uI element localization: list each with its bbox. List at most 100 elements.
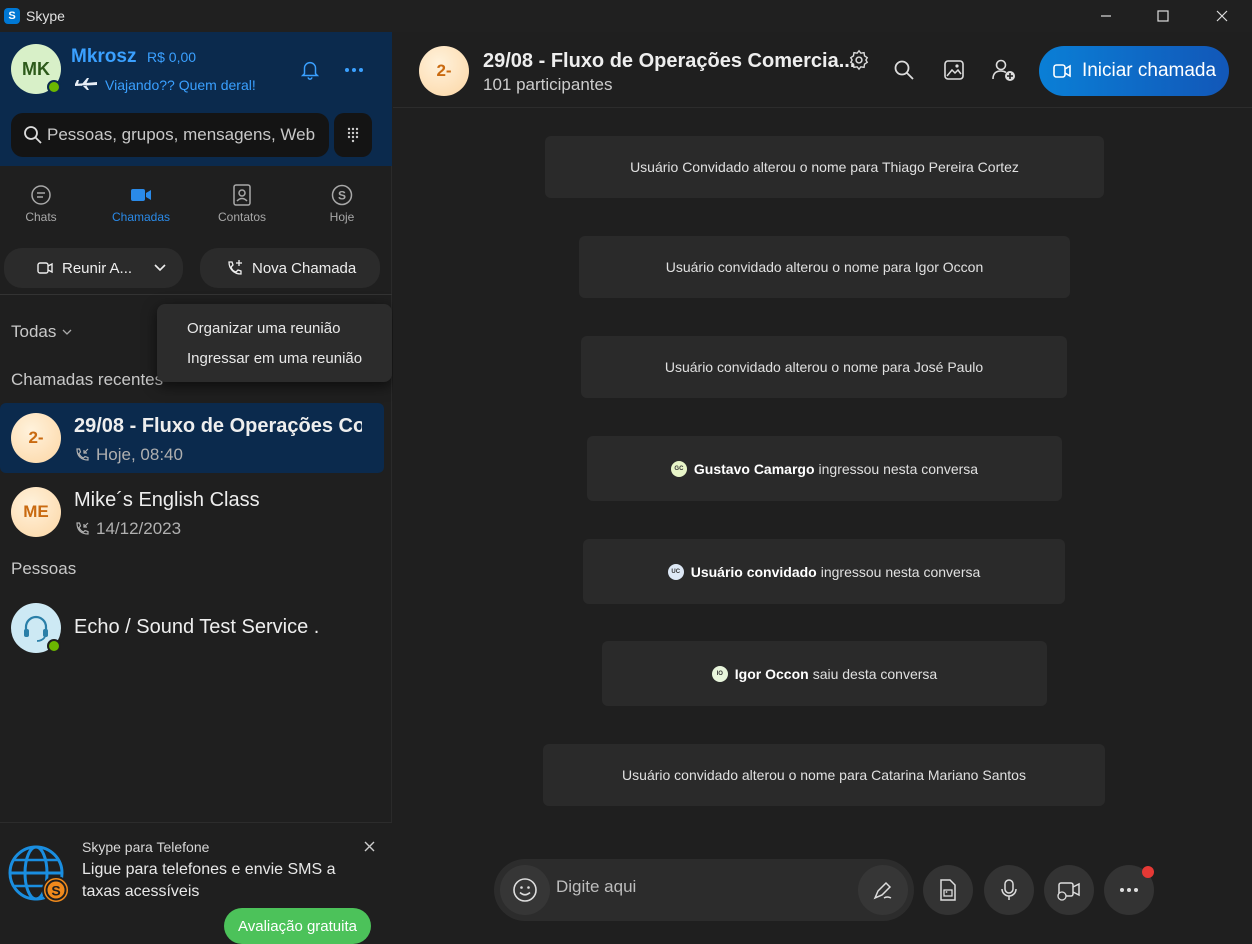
people-heading: Pessoas [11,559,77,578]
tab-today[interactable]: S Hoje [292,180,392,238]
search-icon [24,126,42,144]
presence-online-icon [47,80,61,94]
search-input[interactable] [47,125,327,145]
voice-message-button[interactable] [984,865,1034,915]
gear-icon [849,49,869,71]
mini-avatar: GC [670,460,687,477]
mini-avatar: UC [667,563,684,580]
svg-text:S: S [51,883,60,899]
incoming-call-icon [76,448,89,461]
tab-chats-label: Chats [25,210,57,224]
close-icon [1216,10,1228,22]
filter-dropdown[interactable]: Todas [11,322,72,342]
video-call-icon [1053,64,1071,78]
title-bar: S Skype [0,0,1252,32]
nav-tabs: Chats Chamadas Contatos S Hoje [0,180,392,238]
join-message: UC Usuário convidado ingressou nesta con… [583,539,1065,604]
call-avatar: ME [11,487,61,537]
message-input[interactable] [556,877,846,897]
promo-close-button[interactable] [360,837,378,855]
conversation-title[interactable]: 29/08 - Fluxo de Operações Comercia... [483,50,855,73]
system-message: Usuário convidado alterou o nome para Ig… [579,236,1070,298]
contacts-icon [233,184,251,206]
new-call-label: Nova Chamada [252,259,357,277]
free-trial-button[interactable]: Avaliação gratuita [224,908,371,944]
conversation-pane: 2- 29/08 - Fluxo de Operações Comercia..… [393,32,1252,943]
meet-video-icon [37,262,53,274]
join-message-user[interactable]: Gustavo Camargo [694,461,815,477]
call-avatar-initials: ME [23,502,49,521]
incoming-call-icon [76,522,89,535]
tab-calls-label: Chamadas [111,210,171,224]
filter-label: Todas [11,322,57,341]
start-call-button[interactable]: Iniciar chamada [1039,46,1229,96]
join-message: GC Gustavo Camargo ingressou nesta conve… [587,436,1062,501]
mini-avatar: IO [711,665,728,682]
notifications-button[interactable] [296,56,324,84]
call-avatar-initials: 2- [28,428,44,447]
menu-item-join-meeting[interactable]: Ingressar em uma reunião [187,350,362,367]
gallery-button[interactable] [938,54,970,86]
emoji-button[interactable] [500,865,550,915]
call-time-row: Hoje, 08:40 [74,445,183,465]
promo-panel: S Skype para Telefone Ligue para telefon… [0,822,392,944]
tab-contacts-label: Contatos [217,210,267,224]
more-options-button[interactable] [340,56,368,84]
call-row-mike[interactable]: ME Mike´s English Class 14/12/2023 [0,477,384,547]
leave-message-user[interactable]: Igor Occon [735,666,809,682]
video-icon [131,189,151,201]
profile-mood[interactable]: Viajando?? Quem deral! [105,77,256,93]
meet-now-label: Reunir A... [62,259,133,277]
participant-count[interactable]: 101 participantes [483,75,612,95]
svg-text:S: S [338,189,346,203]
minimize-button[interactable] [1076,0,1136,32]
chevron-down-icon[interactable] [154,264,166,272]
promo-text-line2: taxas acessíveis [82,883,200,900]
profile-name[interactable]: Mkrosz [71,46,136,68]
microphone-icon [1001,879,1017,900]
search-conversation-button[interactable] [888,54,920,86]
pen-icon [873,881,892,900]
tab-contacts[interactable]: Contatos [192,180,292,238]
skype-icon: S [331,184,353,206]
system-message-text: Usuário Convidado alterou o nome para Th… [630,159,1019,175]
profile-panel: MK Mkrosz R$ 0,00 Viajando?? Quem deral! [0,32,392,166]
leave-message-text: saiu desta conversa [812,665,938,682]
join-message-user[interactable]: Usuário convidado [691,564,817,580]
presence-online-icon [47,639,61,653]
share-file-button[interactable] [923,865,973,915]
meet-now-button[interactable]: Reunir A... [4,248,183,288]
maximize-icon [1157,10,1169,22]
tab-calls[interactable]: Chamadas [91,180,191,238]
dialpad-button[interactable] [334,113,372,157]
call-time: Hoje, 08:40 [96,445,183,464]
call-time: 14/12/2023 [96,519,182,538]
person-row-echo[interactable]: Echo / Sound Test Service . [0,595,384,665]
close-icon [364,841,374,851]
minimize-icon [1101,15,1111,17]
more-icon [1120,888,1138,892]
profile-balance[interactable]: R$ 0,00 [147,49,196,65]
video-message-icon [1057,882,1080,901]
new-call-button[interactable]: Nova Chamada [200,248,380,288]
chat-icon [31,185,51,205]
video-message-button[interactable] [1044,865,1094,915]
image-icon [944,60,964,80]
tab-chats[interactable]: Chats [0,180,91,238]
conversation-avatar[interactable]: 2- [419,46,469,96]
format-button[interactable] [858,865,908,915]
search-box[interactable] [11,113,329,157]
promo-text-line1: Ligue para telefones e envie SMS a [82,861,336,878]
join-message-text: ingressou nesta conversa [818,460,979,477]
settings-button[interactable] [843,44,875,76]
call-time-row: 14/12/2023 [74,519,181,539]
close-window-button[interactable] [1192,0,1252,32]
maximize-button[interactable] [1133,0,1193,32]
menu-item-schedule-meeting[interactable]: Organizar uma reunião [187,320,340,337]
phone-add-icon [228,260,242,275]
meet-now-dropdown: Organizar uma reunião Ingressar em uma r… [157,304,392,382]
call-row-fluxo[interactable]: 2- 29/08 - Fluxo de Operações Comerciais… [0,403,384,473]
recent-calls-heading: Chamadas recentes [11,370,164,389]
system-message: Usuário Convidado alterou o nome para Th… [545,136,1104,198]
add-participant-button[interactable] [988,54,1020,86]
